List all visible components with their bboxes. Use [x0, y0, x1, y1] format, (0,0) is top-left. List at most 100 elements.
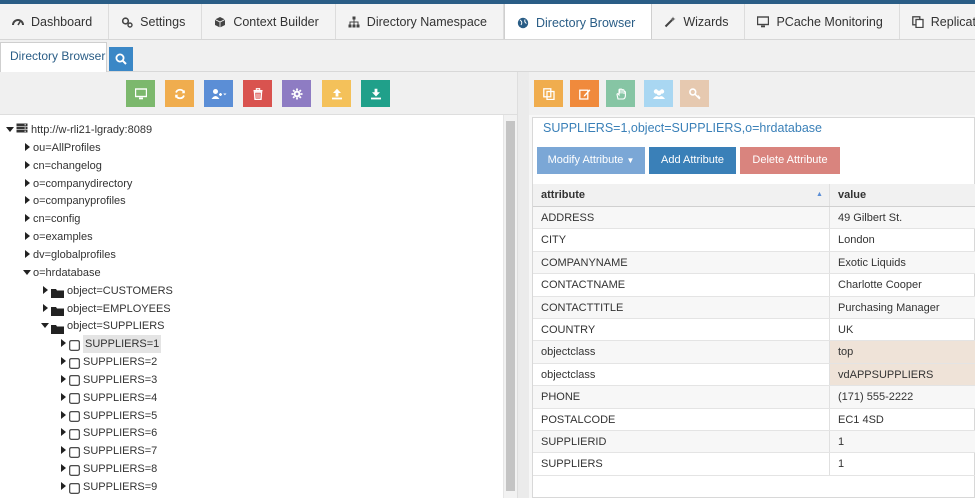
modify-attribute-button[interactable]: Modify Attribute ▼ [537, 147, 645, 174]
table-row[interactable]: CITY London [533, 229, 975, 252]
upload-button[interactable] [322, 80, 351, 107]
caret-right-icon[interactable] [22, 210, 31, 228]
tree-node-label: o=hrdatabase [33, 266, 101, 279]
caret-right-icon[interactable] [40, 300, 49, 318]
hand-button[interactable] [606, 80, 635, 107]
group-button[interactable] [644, 80, 673, 107]
nav-tab-pcache-monitoring[interactable]: PCache Monitoring [745, 4, 900, 39]
nav-tab-replication-monitoring[interactable]: Replication Monitoring [900, 4, 975, 39]
caret-right-icon[interactable] [22, 246, 31, 264]
nav-tab-wizards[interactable]: Wizards [652, 4, 746, 39]
caret-right-icon[interactable] [58, 335, 67, 353]
entry-icon [69, 428, 80, 440]
tree-node[interactable]: object=SUPPLIERS [40, 317, 165, 335]
hand-icon [615, 87, 627, 100]
edit-entry-button[interactable] [570, 80, 599, 107]
table-row[interactable]: CONTACTTITLE Purchasing Manager [533, 296, 975, 319]
nav-tab-directory-namespace[interactable]: Directory Namespace [336, 4, 504, 39]
search-button[interactable] [109, 47, 133, 71]
tree-node[interactable]: o=companyprofiles [22, 192, 126, 210]
key-button[interactable] [680, 80, 709, 107]
tree-node[interactable]: http://w-rli21-lgrady:8089 [5, 121, 152, 139]
caret-down-icon[interactable] [40, 317, 49, 335]
nav-tab-dashboard[interactable]: Dashboard [0, 4, 110, 39]
panel-splitter[interactable] [517, 72, 529, 498]
tree-node[interactable]: cn=config [22, 210, 80, 228]
entry-icon [69, 464, 80, 476]
caret-right-icon[interactable] [58, 478, 67, 496]
table-row[interactable]: objectclass top [533, 341, 975, 364]
tree-node[interactable]: SUPPLIERS=9 [58, 478, 157, 496]
caret-down-icon[interactable] [5, 121, 14, 139]
caret-right-icon[interactable] [58, 460, 67, 478]
attribute-cell: PHONE [533, 386, 830, 408]
tree-scrollbar[interactable] [503, 115, 517, 498]
nav-tab-label: Context Builder [233, 15, 319, 29]
tree-scrollbar-thumb[interactable] [506, 121, 515, 491]
caret-right-icon[interactable] [58, 442, 67, 460]
add-attribute-button[interactable]: Add Attribute [649, 147, 736, 174]
caret-down-icon[interactable] [22, 264, 31, 282]
tree-node[interactable]: object=CUSTOMERS [40, 282, 173, 300]
monitor-icon [134, 87, 147, 100]
value-column-header[interactable]: value [830, 184, 975, 206]
tree-node[interactable]: cn=changelog [22, 157, 102, 175]
tree-node[interactable]: SUPPLIERS=1 [58, 335, 162, 354]
refresh-button[interactable] [165, 80, 194, 107]
tab-directory-browser[interactable]: Directory Browser [0, 42, 107, 73]
entry-icon [69, 446, 80, 458]
table-row[interactable]: POSTALCODE EC1 4SD [533, 408, 975, 431]
nav-tab-context-builder[interactable]: Context Builder [202, 4, 336, 39]
caret-right-icon[interactable] [58, 353, 67, 371]
delete-button[interactable] [243, 80, 272, 107]
caret-right-icon[interactable] [22, 139, 31, 157]
tree-node[interactable]: SUPPLIERS=6 [58, 424, 157, 442]
table-row[interactable]: PHONE (171) 555-2222 [533, 386, 975, 409]
copy-entry-button[interactable] [534, 80, 563, 107]
search-icon [115, 53, 127, 65]
table-row[interactable]: COMPANYNAME Exotic Liquids [533, 251, 975, 275]
caret-right-icon[interactable] [40, 282, 49, 300]
nav-tab-settings[interactable]: Settings [109, 4, 203, 39]
modify-attribute-label: Modify Attribute [547, 154, 624, 166]
table-row[interactable]: SUPPLIERS 1 [533, 453, 975, 476]
settings-button[interactable] [282, 80, 311, 107]
table-row[interactable]: COUNTRY UK [533, 319, 975, 342]
nav-tab-label: Directory Browser [535, 15, 636, 30]
caret-right-icon[interactable] [22, 192, 31, 210]
caret-right-icon[interactable] [58, 407, 67, 425]
tree-node[interactable]: SUPPLIERS=2 [58, 353, 157, 371]
attribute-column-header[interactable]: attribute ▲ [533, 184, 830, 206]
caret-right-icon[interactable] [58, 424, 67, 442]
caret-right-icon[interactable] [22, 228, 31, 246]
edit-icon [578, 88, 591, 100]
tree-node[interactable]: SUPPLIERS=4 [58, 389, 157, 407]
tree-node[interactable]: SUPPLIERS=3 [58, 371, 157, 389]
caret-right-icon[interactable] [22, 157, 31, 175]
caret-right-icon[interactable] [58, 389, 67, 407]
table-row[interactable]: SUPPLIERID 1 [533, 431, 975, 454]
monitor-button[interactable] [126, 80, 155, 107]
tree-node[interactable]: o=hrdatabase [22, 264, 101, 282]
tree-node[interactable]: dv=globalprofiles [22, 246, 116, 264]
monitor-icon [757, 16, 770, 28]
globe-icon [517, 17, 529, 29]
caret-right-icon[interactable] [58, 371, 67, 389]
add-user-button[interactable] [204, 80, 233, 107]
caret-right-icon[interactable] [22, 175, 31, 193]
tree-node[interactable]: o=examples [22, 228, 93, 246]
tree-node[interactable]: SUPPLIERS=8 [58, 460, 157, 478]
tree-node[interactable]: SUPPLIERS=5 [58, 407, 157, 425]
tree-node[interactable]: ou=AllProfiles [22, 139, 101, 157]
tree-node[interactable]: o=companydirectory [22, 175, 132, 193]
table-row[interactable]: CONTACTNAME Charlotte Cooper [533, 274, 975, 297]
download-button[interactable] [361, 80, 390, 107]
tree-toolbar [0, 72, 517, 115]
table-row[interactable]: objectclass vdAPPSUPPLIERS [533, 363, 975, 387]
tree-node[interactable]: object=EMPLOYEES [40, 300, 171, 318]
nav-tab-directory-browser[interactable]: Directory Browser [503, 4, 653, 39]
entry-icon [69, 482, 80, 494]
table-row[interactable]: ADDRESS 49 Gilbert St. [533, 207, 975, 230]
tree-node[interactable]: SUPPLIERS=7 [58, 442, 157, 460]
delete-attribute-button[interactable]: Delete Attribute [740, 147, 840, 174]
